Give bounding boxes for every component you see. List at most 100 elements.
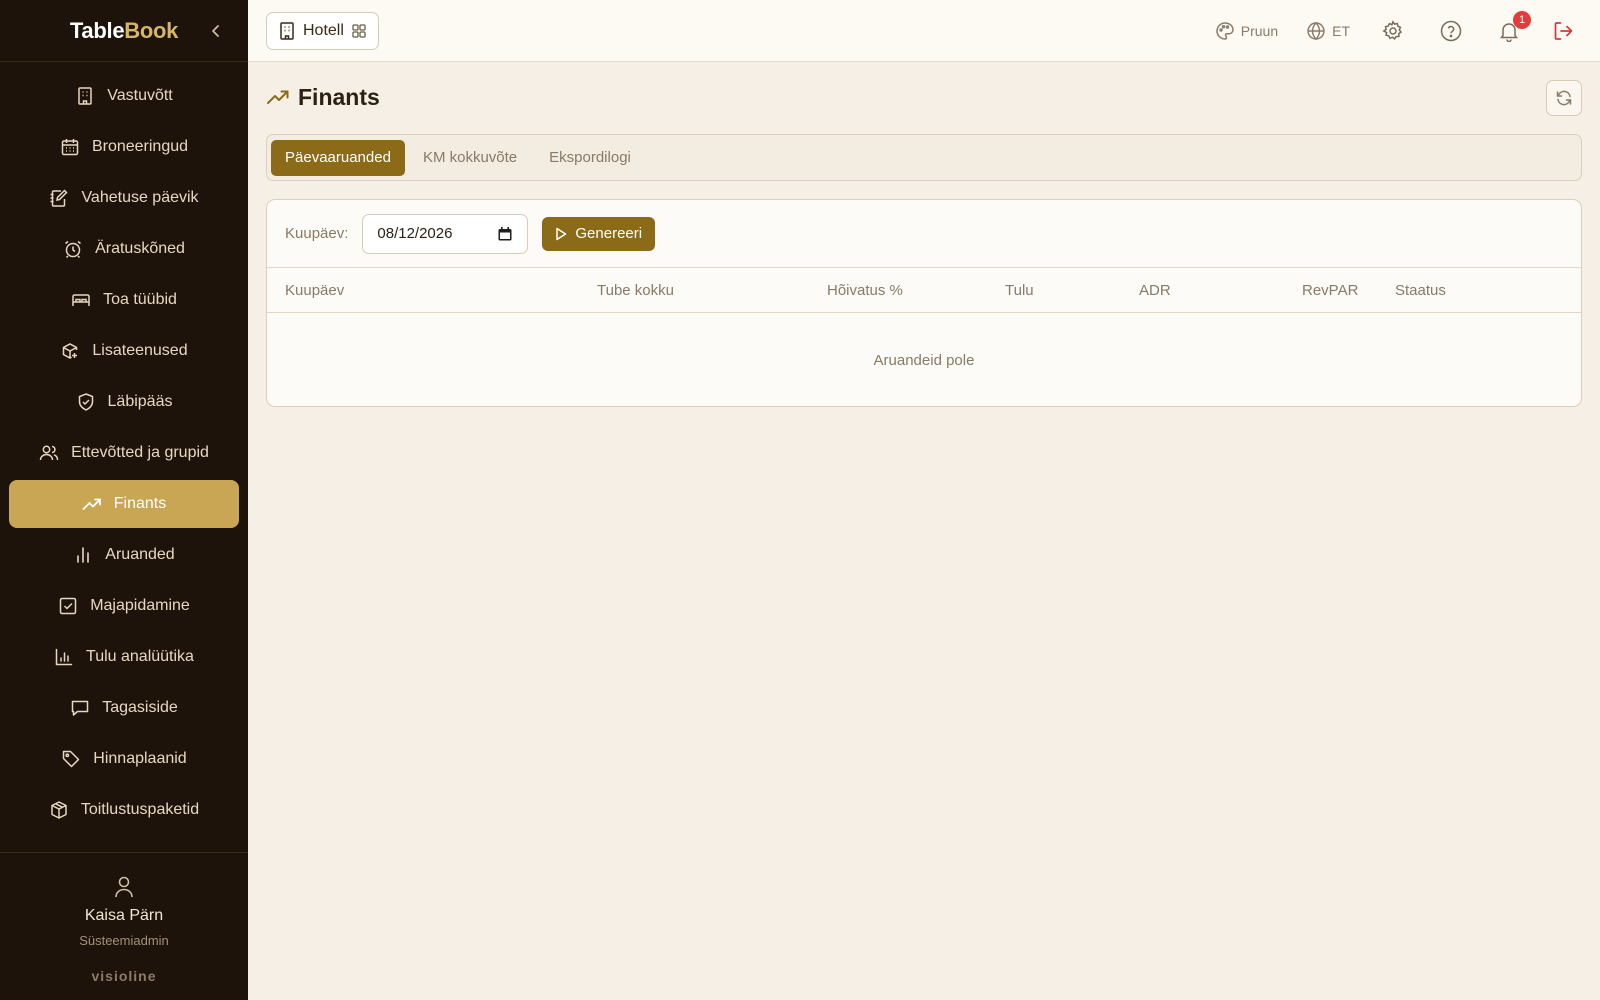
logout-icon [1554, 22, 1573, 40]
theme-button[interactable]: Pruun [1215, 21, 1278, 41]
calendar-icon [498, 226, 512, 240]
sidebar-item-ettevotted-ja-grupid[interactable]: Ettevõtted ja grupid [9, 429, 239, 477]
filter-row: Kuupäev: 08/12/2026 Genereeri [267, 200, 1581, 268]
help-button[interactable] [1440, 20, 1462, 42]
user-icon [0, 875, 248, 899]
column-header[interactable]: ADR [1139, 282, 1171, 299]
sidebar-item-label: Finants [113, 495, 167, 512]
table-header: Kuupäev Tube kokku Hõivatus % Tulu ADR R… [267, 268, 1581, 313]
palette-icon [1216, 22, 1234, 40]
sidebar-item-labipaas[interactable]: Läbipääs [9, 378, 239, 426]
checkbox-icon [58, 596, 78, 616]
brand-header: TableBook [0, 0, 248, 62]
calendar-icon [60, 137, 80, 157]
empty-state: Aruandeid pole [873, 351, 975, 369]
language-button[interactable]: ET [1306, 21, 1350, 41]
sidebar-item-tulu-analuutika[interactable]: Tulu analüütika [9, 633, 239, 681]
package-plus-icon [60, 341, 80, 361]
page-title: Finants [298, 84, 380, 110]
user-name: Kaisa Pärn [84, 907, 164, 924]
sidebar-item-label: Aruanded [105, 546, 175, 563]
column-header[interactable]: Kuupäev [285, 282, 344, 299]
sidebar-item-label: Tagasiside [102, 699, 178, 716]
vendor-logo: visioline [91, 968, 157, 984]
generate-button[interactable]: Genereeri [542, 216, 656, 251]
column-header[interactable]: Tulu [1005, 282, 1034, 299]
globe-icon [1307, 21, 1325, 41]
message-icon [70, 698, 90, 718]
theme-label: Pruun [1240, 23, 1279, 39]
sidebar-item-label: Ettevõtted ja grupid [71, 444, 209, 461]
top-actions: Pruun ET 1 [1215, 0, 1600, 62]
property-label: Hotell [303, 22, 344, 39]
column-header[interactable]: RevPAR [1302, 282, 1358, 299]
gear-icon [1382, 20, 1403, 40]
building-icon [280, 22, 294, 40]
grid-icon [352, 24, 366, 38]
sidebar-item-label: Vahetuse päevik [81, 189, 199, 206]
sidebar-item-vastuvott[interactable]: Vastuvõtt [9, 72, 239, 120]
refresh-button[interactable] [1546, 80, 1582, 116]
sidebar: TableBook Vastuvõtt Broneeringud Vahetus… [0, 0, 248, 1000]
column-header[interactable]: Hõivatus % [827, 282, 903, 299]
sidebar-item-label: Toitlustuspaketid [80, 801, 200, 818]
sidebar-item-label: Majapidamine [90, 597, 190, 614]
date-label: Kuupäev: [285, 225, 349, 242]
shield-check-icon [76, 392, 96, 412]
building-icon [75, 86, 95, 106]
language-label: ET [1332, 23, 1350, 39]
logout-button[interactable] [1552, 20, 1574, 42]
chevron-left-icon [212, 25, 219, 37]
sidebar-item-label: Broneeringud [91, 138, 189, 155]
trending-up-icon [82, 494, 102, 514]
sidebar-item-vahetuse-paevik[interactable]: Vahetuse päevik [9, 174, 239, 222]
alarm-clock-icon [63, 239, 83, 259]
settings-button[interactable] [1382, 20, 1404, 42]
sidebar-item-finants[interactable]: Finants [9, 480, 239, 528]
finance-tabs: Päevaaruanded KM kokkuvõte Ekspordilogi [266, 134, 1582, 181]
notifications-button[interactable]: 1 [1498, 11, 1531, 42]
top-bar: Hotell Pruun ET 1 [248, 0, 1600, 62]
sidebar-nav: Vastuvõtt Broneeringud Vahetuse päevik Ä… [0, 62, 248, 834]
user-panel: Kaisa Pärn Süsteemiadmin visioline [0, 852, 248, 1000]
main-content: Finants Päevaaruanded KM kokkuvõte Ekspo… [248, 62, 1600, 1000]
date-value: 08/12/2026 [377, 225, 453, 242]
sidebar-item-hinnaplaanid[interactable]: Hinnaplaanid [9, 735, 239, 783]
trending-up-icon [267, 90, 289, 104]
play-icon [556, 227, 567, 240]
user-role: Süsteemiadmin [79, 933, 169, 948]
tab-daily-reports[interactable]: Päevaaruanded [271, 139, 405, 176]
box-icon [49, 800, 69, 820]
chart-icon [54, 647, 74, 667]
page-header: Finants [266, 84, 380, 111]
daily-reports-card: Kuupäev: 08/12/2026 Genereeri Kuupäev Tu… [266, 199, 1582, 407]
generate-label: Genereeri [575, 225, 643, 242]
help-circle-icon [1440, 20, 1462, 42]
sidebar-item-tagasiside[interactable]: Tagasiside [9, 684, 239, 732]
sidebar-item-toitlustuspaketid[interactable]: Toitlustuspaketid [9, 786, 239, 834]
sidebar-item-label: Lisateenused [92, 342, 188, 359]
sidebar-item-toa-tuubid[interactable]: Toa tüübid [9, 276, 239, 324]
date-input[interactable]: 08/12/2026 [362, 213, 529, 254]
app-logo: TableBook [69, 17, 179, 43]
sidebar-item-aruanded[interactable]: Aruanded [9, 531, 239, 579]
sidebar-item-aratuskoned[interactable]: Äratuskõned [9, 225, 239, 273]
tab-vat-summary[interactable]: KM kokkuvõte [409, 140, 531, 176]
bar-chart-icon [73, 545, 93, 565]
sidebar-item-label: Läbipääs [107, 393, 173, 410]
sidebar-item-broneeringud[interactable]: Broneeringud [9, 123, 239, 171]
notification-badge: 1 [1513, 11, 1531, 29]
sidebar-item-label: Hinnaplaanid [93, 750, 187, 767]
tab-export-log[interactable]: Ekspordilogi [535, 140, 645, 176]
edit-note-icon [49, 188, 69, 208]
bed-icon [71, 290, 91, 310]
sidebar-item-majapidamine[interactable]: Majapidamine [9, 582, 239, 630]
column-header[interactable]: Staatus [1395, 282, 1446, 299]
sidebar-item-label: Tulu analüütika [86, 648, 194, 665]
users-icon [39, 443, 59, 463]
refresh-icon [1556, 90, 1572, 106]
collapse-sidebar-button[interactable] [206, 20, 226, 42]
column-header[interactable]: Tube kokku [597, 282, 674, 299]
property-switcher-button[interactable]: Hotell [266, 12, 379, 50]
sidebar-item-lisateenused[interactable]: Lisateenused [9, 327, 239, 375]
